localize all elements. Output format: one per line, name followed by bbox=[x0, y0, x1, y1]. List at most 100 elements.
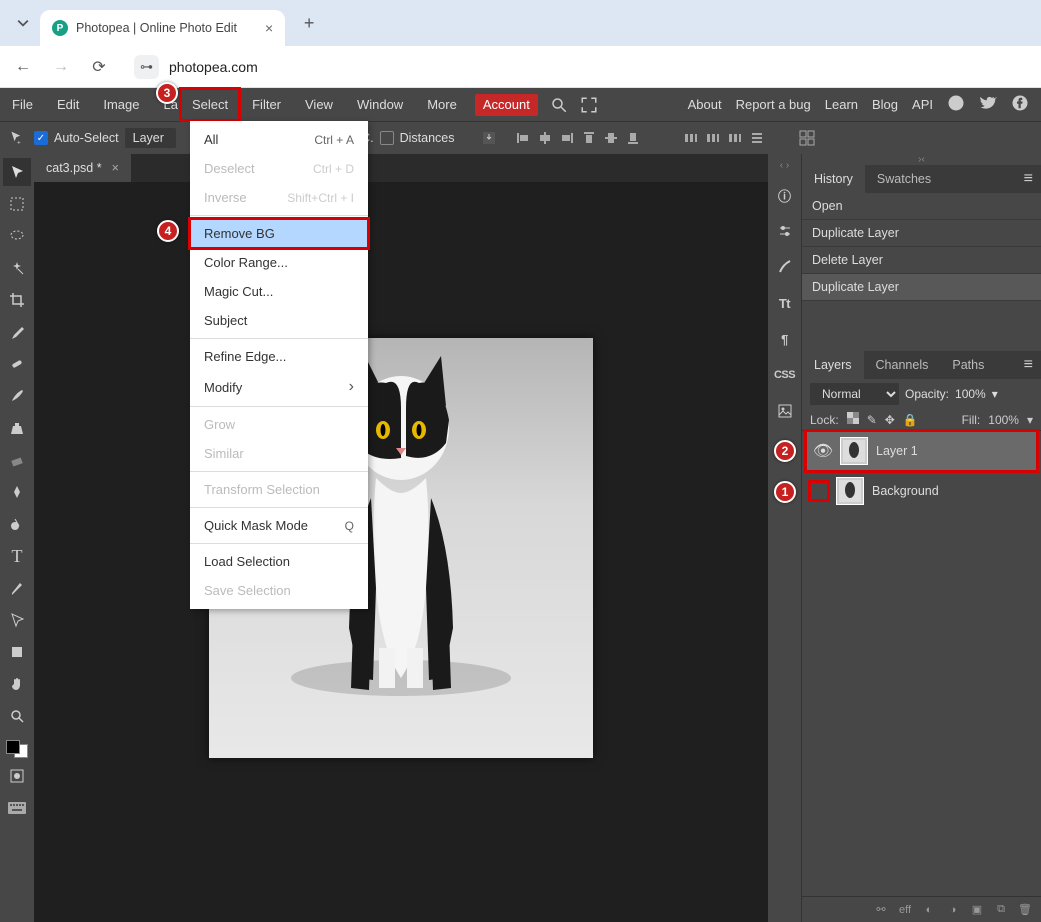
dropdown-item[interactable]: Quick Mask ModeQ bbox=[190, 511, 368, 540]
marquee-tool[interactable] bbox=[3, 190, 31, 218]
adjust-panel-icon[interactable] bbox=[773, 219, 797, 243]
visibility-toggle[interactable] bbox=[810, 482, 828, 500]
image-panel-icon[interactable] bbox=[773, 399, 797, 423]
distribute-3-icon[interactable] bbox=[725, 128, 745, 148]
dropdown-item[interactable]: Subject bbox=[190, 306, 368, 335]
reddit-icon[interactable] bbox=[947, 94, 965, 115]
fullscreen-icon[interactable] bbox=[578, 94, 600, 116]
menu-more[interactable]: More bbox=[415, 88, 469, 121]
link-report-bug[interactable]: Report a bug bbox=[736, 97, 811, 112]
lasso-tool[interactable] bbox=[3, 222, 31, 250]
shape-tool[interactable] bbox=[3, 638, 31, 666]
history-item[interactable]: Delete Layer bbox=[802, 247, 1041, 274]
facebook-icon[interactable] bbox=[1011, 94, 1029, 115]
reload-button[interactable]: ⟳ bbox=[84, 52, 114, 82]
opacity-caret-icon[interactable]: ▾ bbox=[992, 387, 998, 401]
lock-paint-icon[interactable]: ✎ bbox=[867, 413, 877, 427]
new-tab-button[interactable]: + bbox=[295, 9, 323, 37]
panel-menu-icon[interactable]: ≡ bbox=[1016, 356, 1041, 374]
url-field[interactable]: ⊶ photopea.com bbox=[122, 55, 1033, 79]
link-blog[interactable]: Blog bbox=[872, 97, 898, 112]
dropdown-item[interactable]: Color Range... bbox=[190, 248, 368, 277]
eraser-tool[interactable] bbox=[3, 446, 31, 474]
layer-group-icon[interactable]: ▣ bbox=[969, 902, 985, 918]
distribute-1-icon[interactable] bbox=[681, 128, 701, 148]
heal-tool[interactable] bbox=[3, 350, 31, 378]
crop-tool[interactable] bbox=[3, 286, 31, 314]
history-item[interactable]: Open bbox=[802, 193, 1041, 220]
new-layer-icon[interactable]: ⧉ bbox=[993, 902, 1009, 918]
quickmask-toggle[interactable] bbox=[3, 762, 31, 790]
doc-tab-close-icon[interactable]: × bbox=[112, 161, 119, 175]
twitter-icon[interactable] bbox=[979, 94, 997, 115]
brush-tool[interactable] bbox=[3, 382, 31, 410]
layer-effects-icon[interactable]: eff bbox=[897, 902, 913, 918]
document-tab[interactable]: cat3.psd * × bbox=[34, 154, 131, 182]
visibility-toggle[interactable]: 👁 bbox=[814, 442, 832, 460]
dropdown-item[interactable]: Magic Cut... bbox=[190, 277, 368, 306]
move-tool[interactable] bbox=[3, 158, 31, 186]
clone-tool[interactable] bbox=[3, 414, 31, 442]
blur-tool[interactable] bbox=[3, 510, 31, 538]
link-learn[interactable]: Learn bbox=[825, 97, 858, 112]
zoom-tool[interactable] bbox=[3, 702, 31, 730]
dropdown-item[interactable]: Load Selection bbox=[190, 547, 368, 576]
menu-window[interactable]: Window bbox=[345, 88, 415, 121]
info-panel-icon[interactable]: ⓘ bbox=[773, 183, 797, 207]
auto-select-checkbox[interactable]: ✓ bbox=[34, 131, 48, 145]
history-item[interactable]: Duplicate Layer bbox=[802, 274, 1041, 301]
layer-row[interactable]: 👁 Layer 1 bbox=[806, 431, 1037, 471]
layer-thumbnail[interactable] bbox=[840, 437, 868, 465]
grid-icon[interactable] bbox=[797, 128, 817, 148]
path-select-tool[interactable] bbox=[3, 606, 31, 634]
opacity-value[interactable]: 100% bbox=[955, 387, 986, 401]
adjustment-layer-icon[interactable]: ◑ bbox=[945, 902, 961, 918]
tab-list-button[interactable] bbox=[6, 8, 40, 38]
paragraph-panel-icon[interactable]: ¶ bbox=[773, 327, 797, 351]
history-item[interactable]: Duplicate Layer bbox=[802, 220, 1041, 247]
distribute-4-icon[interactable] bbox=[747, 128, 767, 148]
tab-close-icon[interactable]: × bbox=[265, 20, 273, 36]
menu-select[interactable]: Select bbox=[180, 88, 240, 121]
menu-view[interactable]: View bbox=[293, 88, 345, 121]
canvas[interactable] bbox=[34, 182, 768, 922]
align-right-icon[interactable] bbox=[557, 128, 577, 148]
panel-menu-icon[interactable]: ≡ bbox=[1016, 170, 1041, 188]
download-icon[interactable] bbox=[479, 128, 499, 148]
paths-tab[interactable]: Paths bbox=[940, 351, 996, 379]
layers-tab[interactable]: Layers bbox=[802, 351, 864, 379]
layer-mask-icon[interactable]: ◐ bbox=[921, 902, 937, 918]
character-panel-icon[interactable]: Tt bbox=[773, 291, 797, 315]
link-layers-icon[interactable]: ⚯ bbox=[873, 902, 889, 918]
channels-tab[interactable]: Channels bbox=[864, 351, 941, 379]
dropdown-item[interactable]: Refine Edge... bbox=[190, 342, 368, 371]
align-center-h-icon[interactable] bbox=[535, 128, 555, 148]
brush-panel-icon[interactable] bbox=[773, 255, 797, 279]
delete-layer-icon[interactable]: 🗑 bbox=[1017, 902, 1033, 918]
menu-image[interactable]: Image bbox=[91, 88, 151, 121]
keyboard-icon[interactable] bbox=[3, 794, 31, 822]
layer-thumbnail[interactable] bbox=[836, 477, 864, 505]
fill-value[interactable]: 100% bbox=[988, 413, 1019, 427]
hand-tool[interactable] bbox=[3, 670, 31, 698]
pen-tool[interactable] bbox=[3, 574, 31, 602]
css-panel-icon[interactable]: CSS bbox=[773, 363, 797, 387]
link-about[interactable]: About bbox=[688, 97, 722, 112]
menu-account[interactable]: Account bbox=[475, 94, 538, 116]
link-api[interactable]: API bbox=[912, 97, 933, 112]
back-button[interactable]: ← bbox=[8, 52, 38, 82]
lock-trans-icon[interactable] bbox=[847, 412, 859, 427]
layer-name[interactable]: Background bbox=[872, 484, 939, 498]
browser-tab[interactable]: P Photopea | Online Photo Edit × bbox=[40, 10, 285, 46]
search-icon[interactable] bbox=[548, 94, 570, 116]
align-left-icon[interactable] bbox=[513, 128, 533, 148]
menu-edit[interactable]: Edit bbox=[45, 88, 91, 121]
lock-move-icon[interactable]: ✥ bbox=[885, 413, 895, 427]
menu-file[interactable]: File bbox=[0, 88, 45, 121]
align-middle-v-icon[interactable] bbox=[601, 128, 621, 148]
site-info-icon[interactable]: ⊶ bbox=[134, 55, 159, 79]
forward-button[interactable]: → bbox=[46, 52, 76, 82]
swatches-tab[interactable]: Swatches bbox=[865, 165, 943, 193]
fill-caret-icon[interactable]: ▾ bbox=[1027, 413, 1033, 427]
layer-row[interactable]: Background bbox=[802, 471, 1041, 511]
